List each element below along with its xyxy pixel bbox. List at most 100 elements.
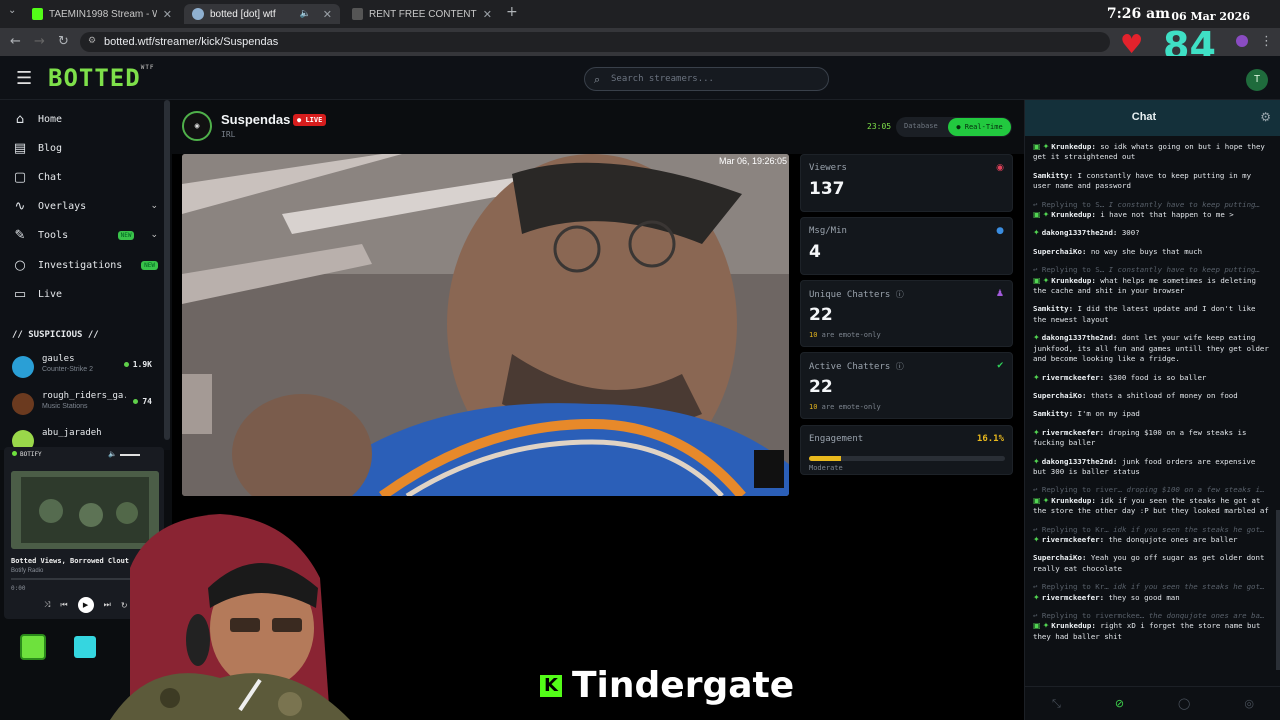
gift-badge-icon: ✦	[1033, 333, 1040, 343]
speaker-icon[interactable]: 🔈	[300, 9, 311, 19]
stat-note: 10 are emote-only	[809, 331, 881, 339]
chat-username[interactable]: Krunkedup	[1051, 496, 1091, 505]
suspicious-item[interactable]: rough_riders_ga... Music Stations 74	[12, 391, 152, 419]
chat-message: ↩ Replying to Kr… idk if you seen the st…	[1033, 582, 1269, 603]
reply-quote: idk if you seen the steaks he got…	[1113, 524, 1265, 534]
chat-message: Samkitty: I constantly have to keep putt…	[1033, 171, 1269, 192]
botted-icon	[192, 8, 204, 20]
chat-scrollbar[interactable]	[1276, 510, 1280, 670]
chat-username[interactable]: rivermckeefer	[1042, 593, 1100, 602]
stream-category: IRL	[221, 130, 236, 139]
uptime: 23:05	[867, 122, 892, 131]
chat-username[interactable]: SuperchaiKo	[1033, 247, 1082, 256]
chat-message: ✦ rivermckeefer: droping $100 on a few st…	[1033, 428, 1269, 449]
chat-message: ✦ dakong1337the2nd: dont let your wife ke…	[1033, 333, 1269, 364]
profile-icon[interactable]	[1236, 35, 1248, 47]
streamer-game: Counter-Strike 2	[42, 366, 93, 373]
chat-colon: :	[1091, 275, 1101, 285]
chat-username[interactable]: SuperchaiKo	[1033, 391, 1082, 400]
chat-username[interactable]: dakong1337the2nd	[1042, 457, 1113, 466]
stream-video[interactable]: Mar 06, 19:26:05	[182, 154, 789, 496]
stat-msgmin: Msg/Min ● 4	[800, 217, 1013, 275]
browser-tabstrip: ⌄ TAEMIN1998 Stream - Watch L ✕ botted […	[0, 0, 1280, 28]
reply-context[interactable]: ↩ Replying to Kr… idk if you seen the st…	[1033, 582, 1269, 592]
menu-icon[interactable]: ⋮	[1260, 34, 1273, 49]
back-icon[interactable]: ←	[10, 34, 21, 49]
sidebar-item-blog[interactable]: ▤ Blog	[12, 137, 158, 159]
tab-kick[interactable]: TAEMIN1998 Stream - Watch L ✕	[24, 4, 180, 24]
search-input[interactable]: ⌕ Search streamers...	[584, 67, 829, 91]
chat-colon: :	[1068, 170, 1078, 180]
reply-context[interactable]: ↩ Replying to rivermckee… the donqujote …	[1033, 611, 1269, 621]
volume-slider[interactable]	[120, 454, 140, 456]
chat-bubble-icon[interactable]: ◯	[1178, 697, 1190, 710]
site-info-icon[interactable]: ⚙	[88, 36, 96, 46]
chat-colon: :	[1112, 228, 1122, 238]
streamer-avatar[interactable]: ◉	[182, 111, 212, 141]
chat-username[interactable]: rivermckeefer	[1042, 535, 1100, 544]
chat-username[interactable]: Krunkedup	[1051, 276, 1091, 285]
chat-username[interactable]: SuperchaiKo	[1033, 553, 1082, 562]
new-tab-icon[interactable]: +	[506, 4, 518, 20]
streamer-name[interactable]: Suspendas	[221, 112, 290, 127]
mode-realtime[interactable]: ● Real-Time	[948, 118, 1011, 136]
avatar	[12, 430, 34, 448]
collapse-icon[interactable]: ⤡	[1052, 697, 1061, 711]
sidebar-item-overlays[interactable]: ∿ Overlays ⌄	[12, 195, 158, 217]
reply-context[interactable]: ↩ Replying to Kr… idk if you seen the st…	[1033, 525, 1269, 535]
sidebar-item-home[interactable]: ⌂ Home	[12, 108, 158, 130]
chat-username[interactable]: Krunkedup	[1051, 210, 1091, 219]
tab-botted[interactable]: botted [dot] wtf 🔈 ✕	[184, 4, 340, 24]
chat-username[interactable]: dakong1337the2nd	[1042, 228, 1113, 237]
chat-username[interactable]: Samkitty	[1033, 409, 1069, 418]
sidebar-item-label: Tools	[38, 229, 69, 241]
close-icon[interactable]: ✕	[163, 8, 172, 21]
gear-icon[interactable]: ⚙	[1260, 110, 1271, 124]
chat-username[interactable]: dakong1337the2nd	[1042, 333, 1113, 342]
mode-database[interactable]: Database	[904, 122, 938, 130]
sidebar-item-investigations[interactable]: ○ Investigations NEW	[12, 254, 158, 276]
tab-rentfree[interactable]: RENT FREE CONTENT NETWOR ✕	[344, 4, 500, 24]
reply-context[interactable]: ↩ Replying to river… droping $100 on a f…	[1033, 485, 1269, 495]
sidebar-scrollbar[interactable]	[164, 100, 170, 440]
reply-context[interactable]: ↩ Replying to S… I constantly have to ke…	[1033, 200, 1269, 210]
url-field[interactable]: ⚙ botted.wtf/streamer/kick/Suspendas	[80, 32, 1110, 52]
info-icon[interactable]: ⓘ	[896, 362, 904, 371]
sidebar-item-tools[interactable]: ✎ Tools NEW ⌄	[12, 224, 158, 246]
user-avatar[interactable]: T	[1246, 69, 1268, 91]
chat-username[interactable]: rivermckeefer	[1042, 428, 1100, 437]
chat-username[interactable]: Samkitty	[1033, 171, 1069, 180]
chat-username[interactable]: Samkitty	[1033, 304, 1069, 313]
webcam-overlay	[90, 508, 360, 720]
settings-icon[interactable]: ◎	[1244, 697, 1254, 710]
filter-icon[interactable]: ⊘	[1115, 697, 1124, 710]
chat-username[interactable]: Krunkedup	[1051, 621, 1091, 630]
reload-icon[interactable]: ↻	[58, 34, 69, 49]
suspicious-item[interactable]: gaules Counter-Strike 2 1.9K	[12, 354, 152, 382]
volume-icon[interactable]: 🔈	[108, 450, 117, 458]
previous-icon[interactable]: ⏮	[60, 600, 67, 610]
hamburger-icon[interactable]: ☰	[16, 68, 32, 89]
avatar	[12, 356, 34, 378]
sidebar-item-live[interactable]: ▭ Live	[12, 283, 158, 305]
stat-unique-chatters: Unique Chatters ⓘ ♟ 22 10 are emote-only	[800, 280, 1013, 347]
gift-badge-icon: ✦	[1033, 592, 1040, 602]
sub-badge-icon: ▣	[1033, 210, 1041, 220]
close-icon[interactable]: ✕	[323, 8, 332, 21]
reply-context[interactable]: ↩ Replying to S… I constantly have to ke…	[1033, 265, 1269, 275]
message-icon: ●	[996, 226, 1004, 236]
gift-badge-icon: ✦	[1042, 210, 1050, 220]
reply-target: Replying to Kr…	[1041, 524, 1109, 534]
chat-colon: :	[1091, 495, 1101, 505]
tab-list-icon[interactable]: ⌄	[8, 5, 16, 16]
logo[interactable]: BOTTEDWTF	[48, 64, 155, 92]
close-icon[interactable]: ✕	[483, 8, 492, 21]
suspicious-item[interactable]: abu_jaradeh	[12, 428, 152, 448]
forward-icon[interactable]: →	[34, 34, 45, 49]
sidebar-item-chat[interactable]: ▢ Chat	[12, 166, 158, 188]
shuffle-icon[interactable]: ⤨	[44, 600, 50, 610]
streamer-name: rough_riders_ga...	[42, 391, 126, 401]
info-icon[interactable]: ⓘ	[896, 290, 904, 299]
chat-username[interactable]: Krunkedup	[1051, 142, 1091, 151]
chat-username[interactable]: rivermckeefer	[1042, 373, 1100, 382]
